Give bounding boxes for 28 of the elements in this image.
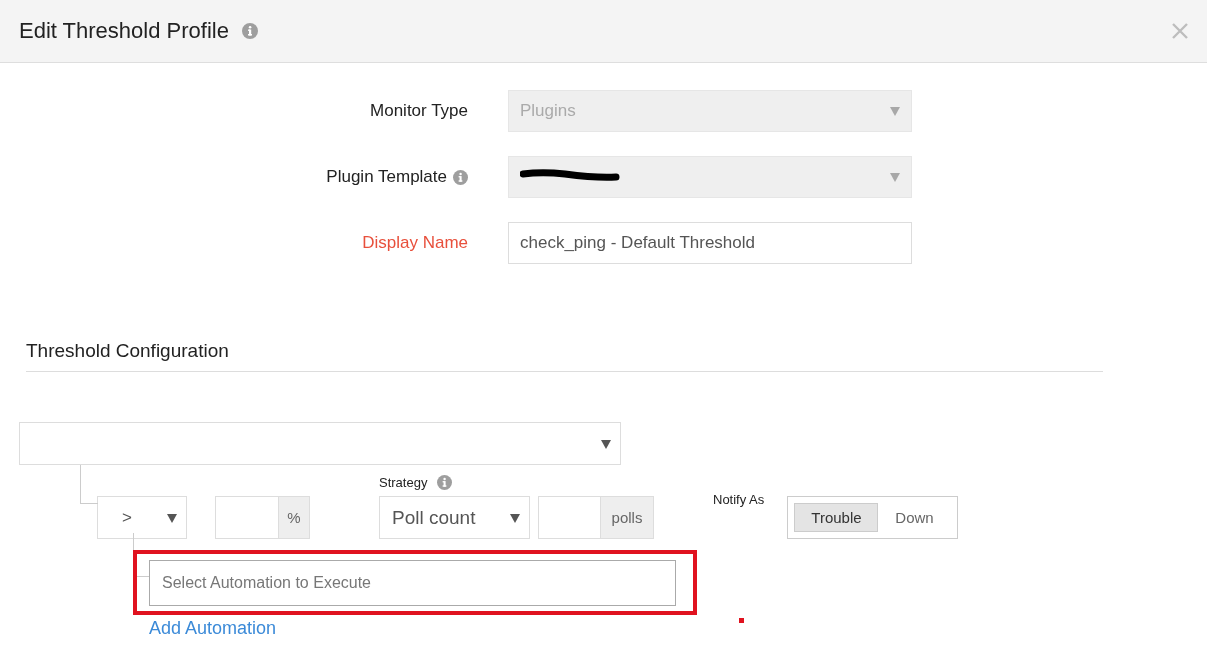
field-label: Plugin Template — [326, 167, 447, 187]
close-button[interactable] — [1170, 21, 1190, 41]
unit-addon: polls — [601, 496, 654, 539]
info-icon[interactable] — [241, 23, 258, 39]
dialog-title: Edit Threshold Profile — [19, 18, 229, 44]
field-label: Display Name — [362, 233, 468, 253]
polls-field[interactable] — [538, 496, 601, 539]
caret-icon — [890, 172, 900, 182]
notify-option[interactable]: Trouble — [794, 503, 879, 532]
operator-select[interactable]: > — [97, 496, 187, 539]
caret-icon — [510, 512, 520, 523]
notify-option[interactable]: Down — [878, 503, 951, 532]
section-title: Threshold Configuration — [26, 340, 229, 361]
caret-icon — [167, 512, 177, 523]
text-field[interactable]: check_ping - Default Threshold — [508, 222, 912, 264]
strategy-select[interactable]: Poll count — [379, 496, 530, 539]
attribute-select[interactable] — [19, 422, 621, 465]
add-automation-link[interactable]: Add Automation — [149, 618, 277, 639]
unit-addon: % — [279, 496, 310, 539]
threshold-value-field[interactable] — [215, 496, 279, 539]
caret-icon — [601, 438, 611, 449]
info-icon[interactable] — [437, 474, 453, 490]
strategy-label: Strategy — [379, 474, 428, 490]
notify-label: Notify As — [713, 491, 765, 507]
field-label: Monitor Type — [370, 101, 468, 121]
close-icon — [1172, 23, 1188, 39]
caret-icon — [890, 106, 900, 116]
automation-field[interactable]: Select Automation to Execute — [149, 560, 676, 606]
